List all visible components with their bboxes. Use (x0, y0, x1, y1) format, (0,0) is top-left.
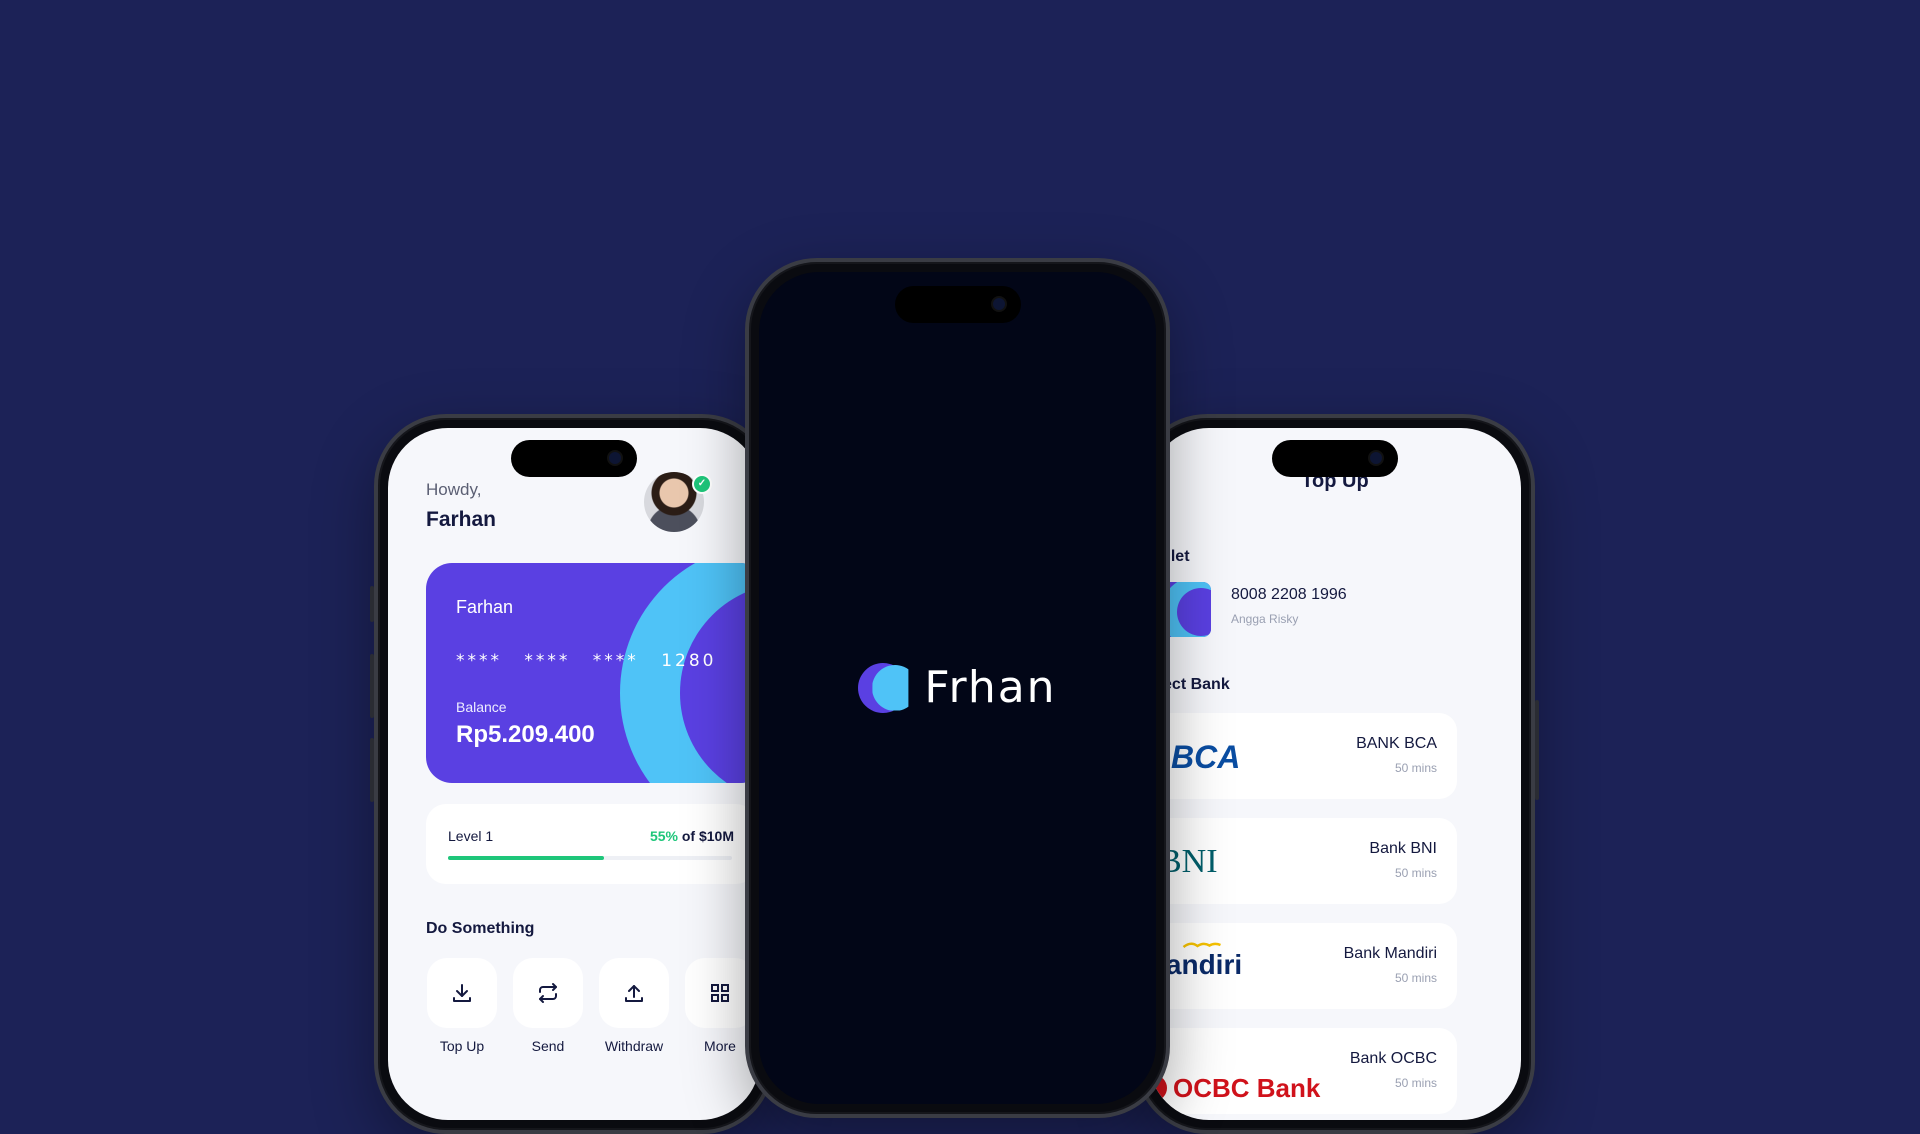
bank-eta: 50 mins (1394, 1076, 1437, 1090)
upload-icon (625, 985, 643, 1002)
app-logo-mark-icon (858, 662, 909, 713)
action-top-up-button[interactable]: Top Up (426, 958, 498, 1054)
phone-side-button (1535, 700, 1539, 800)
camera-icon (992, 298, 1005, 310)
home-screen: Howdy, Farhan ✓ Farhan **** **** **** 12… (388, 428, 760, 1120)
level-of-text: of $10M (681, 828, 734, 844)
ocbc-logo-text: OCBC Bank (1173, 1072, 1321, 1103)
phone-splash-screen: Frhan (745, 258, 1170, 1118)
camera-icon (609, 452, 621, 464)
bank-eta: 50 mins (1394, 761, 1437, 775)
phone-side-button (370, 586, 374, 622)
user-name: Farhan (426, 508, 497, 531)
actions-title: Do Something (426, 920, 535, 937)
app-logo: Frhan (759, 662, 1156, 713)
wallet-number: 8008 2208 1996 (1231, 586, 1347, 603)
greeting-text: Howdy, (426, 480, 482, 499)
top-up-screen: Top Up Wallet 8008 2208 1996 Angga Risky… (1149, 428, 1521, 1120)
splash-screen: Frhan (759, 272, 1156, 1104)
grid-icon (711, 984, 729, 1002)
dynamic-island (1272, 440, 1398, 477)
level-progress-box[interactable]: Level 1 55% of $10M (426, 804, 756, 884)
card-masked-number: **** **** **** 1280 (456, 651, 717, 671)
ocbc-logo: OCBC Bank (1149, 1068, 1320, 1108)
bank-eta: 50 mins (1394, 866, 1437, 880)
bank-name: Bank Mandiri (1343, 945, 1437, 962)
verified-check-icon: ✓ (692, 474, 712, 494)
balance-card[interactable]: Farhan **** **** **** 1280 Balance Rp5.2… (426, 563, 760, 783)
dynamic-island (511, 440, 637, 477)
balance-label: Balance (456, 699, 507, 715)
bank-name: Bank BNI (1369, 840, 1437, 857)
app-logo-text: Frhan (924, 662, 1057, 713)
action-label: Top Up (439, 1038, 485, 1054)
card-holder-name: Farhan (456, 597, 514, 617)
level-progress-fill (448, 856, 605, 860)
level-percent: 55% (649, 828, 678, 844)
phone-home-screen: Howdy, Farhan ✓ Farhan **** **** **** 12… (374, 414, 774, 1134)
bank-option-ocbc[interactable]: OCBC Bank Bank OCBC 50 mins (1149, 1028, 1457, 1114)
phone-side-button (370, 738, 374, 802)
bca-logo-text: BCA (1171, 738, 1241, 775)
phone-side-button (370, 654, 374, 718)
action-send-button[interactable]: Send (512, 958, 584, 1054)
wallet-owner: Angga Risky (1231, 612, 1299, 626)
action-withdraw-button[interactable]: Withdraw (598, 958, 670, 1054)
camera-icon (1370, 452, 1382, 464)
action-tile[interactable] (427, 958, 497, 1028)
bank-option-bca[interactable]: BCA BANK BCA 50 mins (1149, 713, 1457, 799)
phone-top-up-screen: Top Up Wallet 8008 2208 1996 Angga Risky… (1135, 414, 1535, 1134)
logo-circle-accent (872, 664, 909, 711)
transfer-icon (539, 983, 557, 1003)
dynamic-island (894, 286, 1021, 323)
level-target: 55% of $10M (650, 828, 734, 844)
level-progress-track (448, 856, 732, 860)
balance-amount: Rp5.209.400 (456, 721, 595, 748)
action-label: Send (531, 1038, 565, 1054)
action-tile[interactable] (599, 958, 669, 1028)
bank-eta: 50 mins (1394, 971, 1437, 985)
download-icon (453, 984, 471, 1002)
action-tile[interactable] (513, 958, 583, 1028)
bank-option-bni[interactable]: BNI Bank BNI 50 mins (1149, 818, 1457, 904)
level-label: Level 1 (448, 828, 494, 844)
bank-option-mandiri[interactable]: mandiri Bank Mandiri 50 mins (1149, 923, 1457, 1009)
bank-name: Bank OCBC (1349, 1050, 1437, 1067)
action-label: Withdraw (604, 1038, 664, 1054)
bank-name: BANK BCA (1356, 735, 1437, 752)
